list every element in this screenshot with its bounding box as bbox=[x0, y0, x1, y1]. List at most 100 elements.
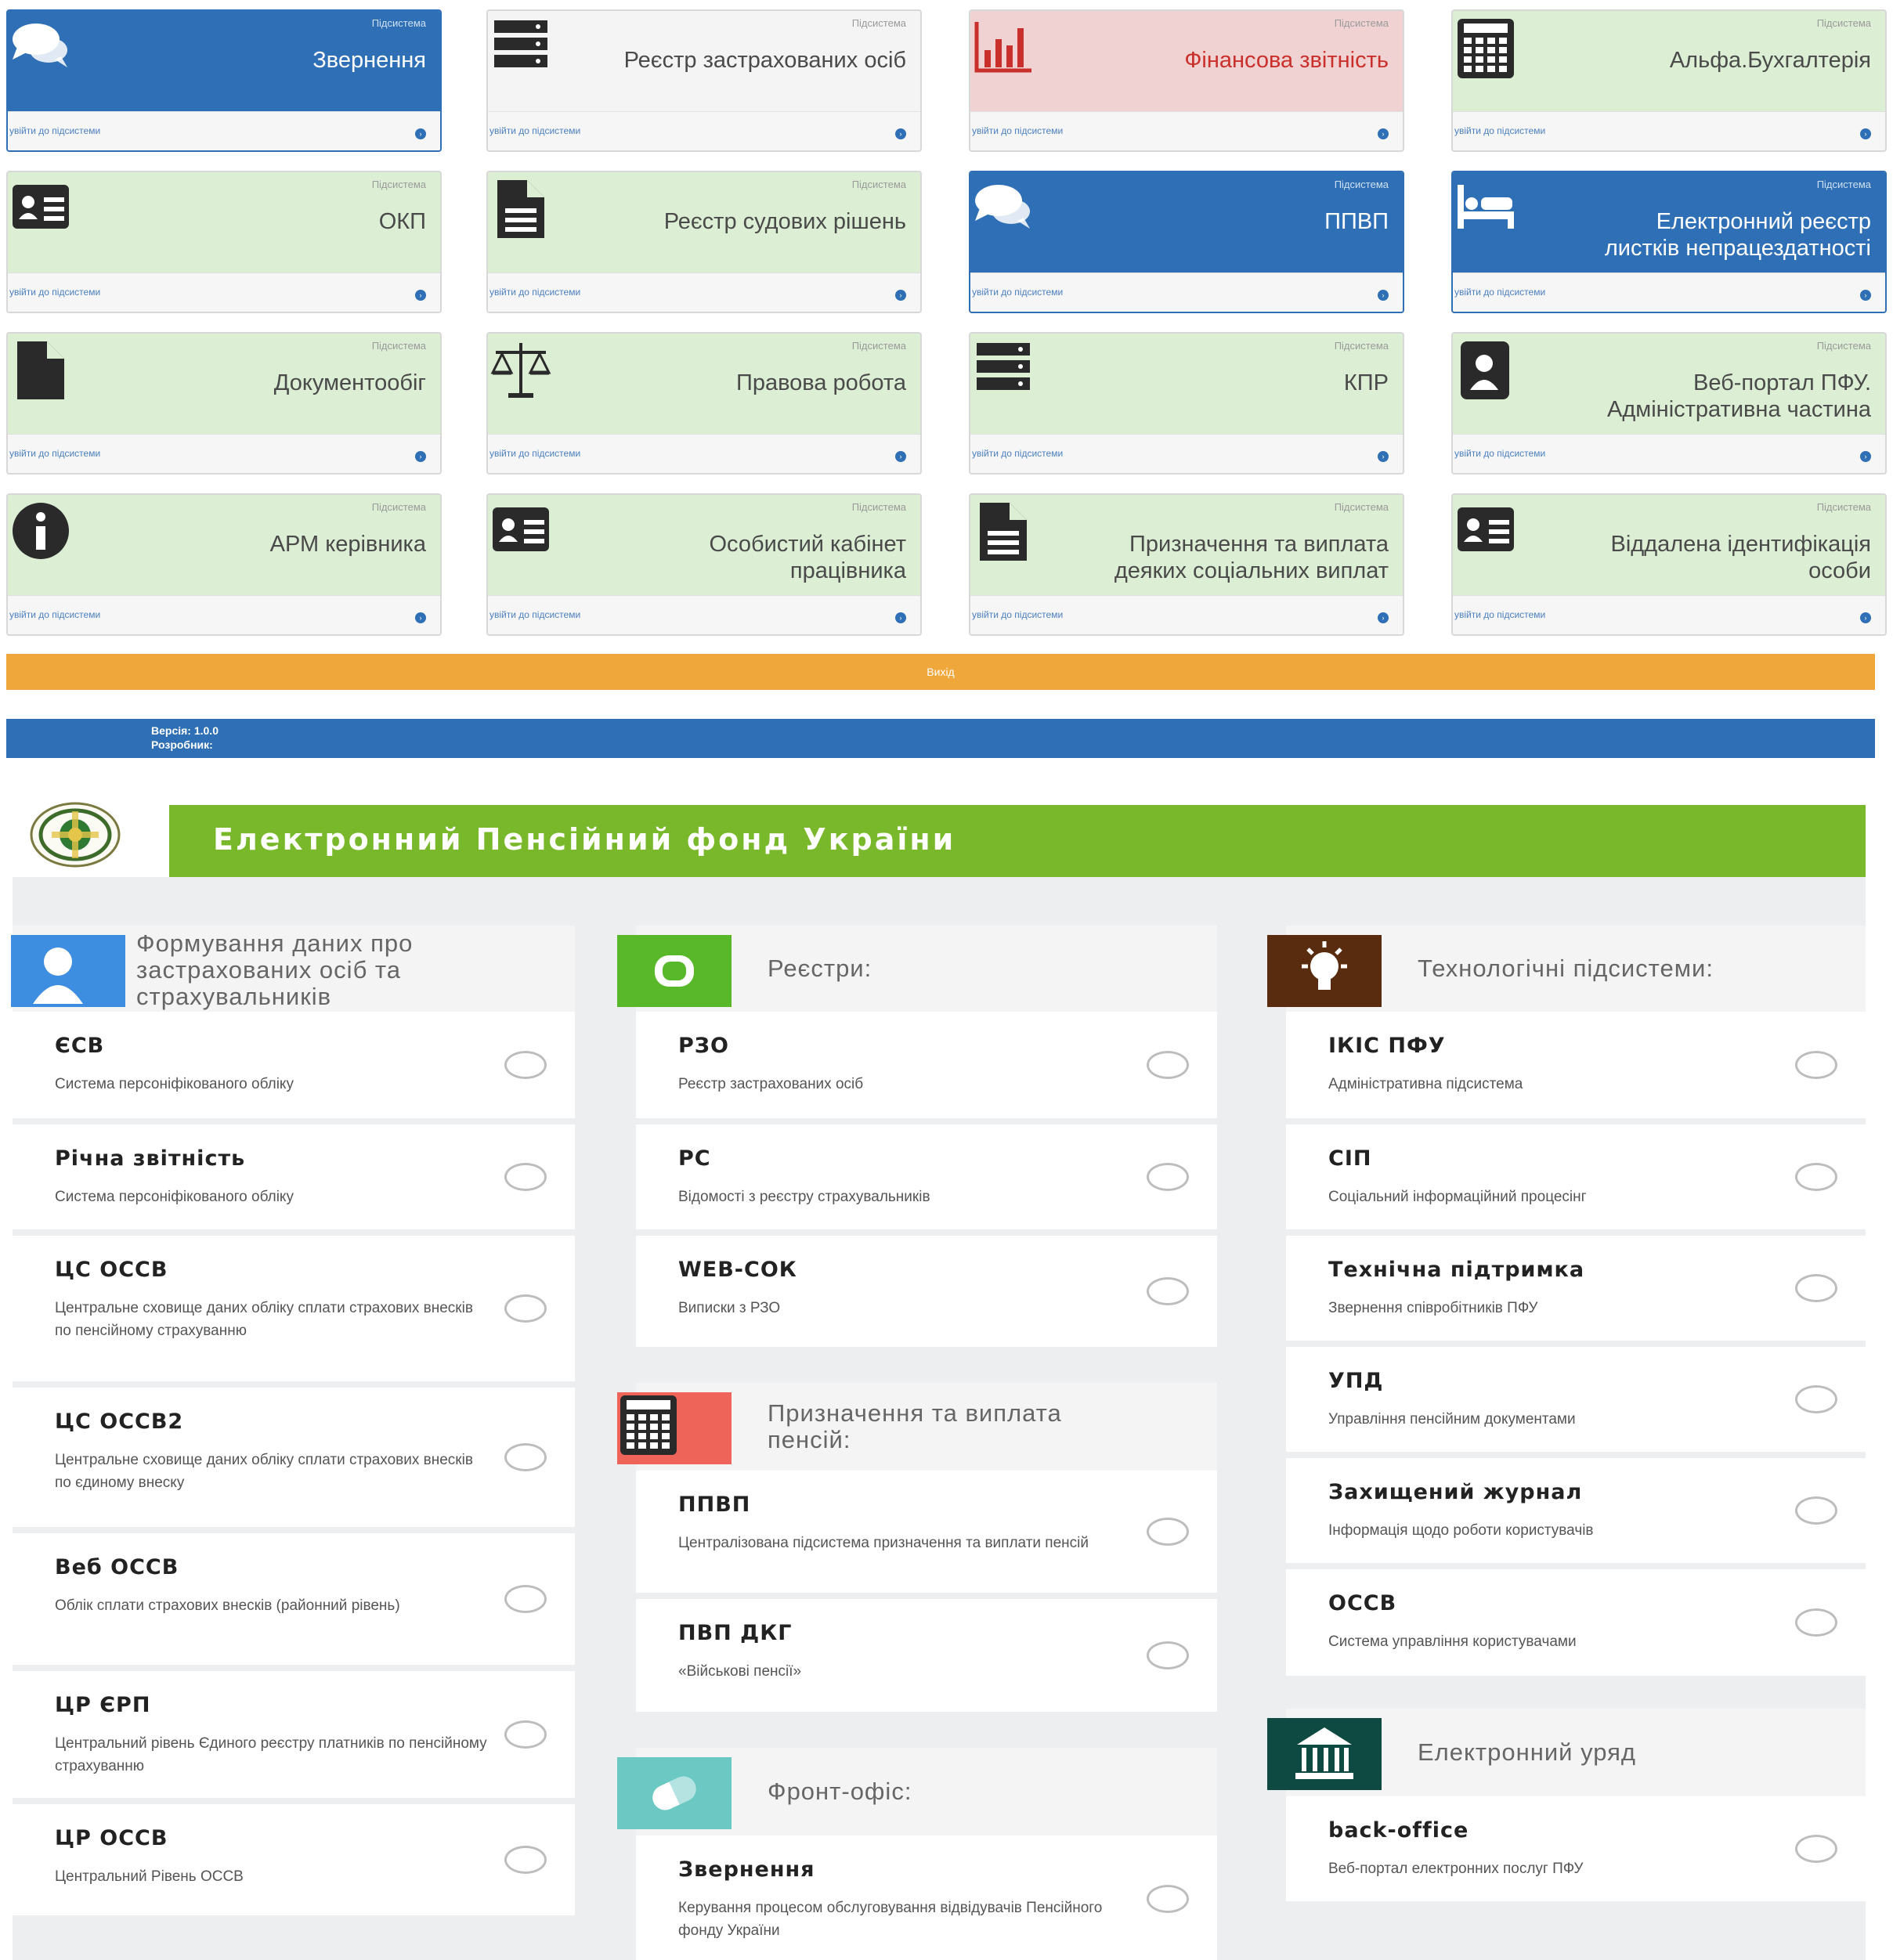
subsystem-list-item[interactable]: ЄСВ Система персоніфікованого обліку bbox=[13, 1012, 575, 1124]
subsystem-name[interactable]: Захищений журнал bbox=[1328, 1480, 1582, 1504]
arrow-circle-right-icon[interactable]: › bbox=[1860, 612, 1871, 623]
select-radio[interactable] bbox=[1147, 1163, 1189, 1191]
tile-footer[interactable]: увійти до підсистеми › bbox=[8, 434, 440, 473]
subsystem-tile[interactable]: Підсистема АРМ керівника увійти до підсист… bbox=[6, 493, 442, 636]
select-radio[interactable] bbox=[1795, 1385, 1837, 1413]
subsystem-tile[interactable]: Підсистема Альфа.Бухгалтерія увійти до під… bbox=[1451, 9, 1887, 152]
subsystem-name[interactable]: СІП bbox=[1328, 1146, 1371, 1171]
subsystem-name[interactable]: ЦР ОССВ bbox=[55, 1826, 168, 1850]
tile-header[interactable]: Підсистема Віддалена ідентифікація особи bbox=[1453, 495, 1885, 597]
subsystem-list-item[interactable]: back-office Веб-портал електронних послуг… bbox=[1286, 1796, 1866, 1908]
subsystem-tile[interactable]: Підсистема Веб-портал ПФУ. Адміністративн… bbox=[1451, 332, 1887, 475]
subsystem-name[interactable]: РЗО bbox=[678, 1034, 729, 1058]
subsystem-name[interactable]: ЦС ОССВ bbox=[55, 1258, 168, 1282]
arrow-circle-right-icon[interactable]: › bbox=[895, 290, 906, 301]
tile-header[interactable]: Підсистема Альфа.Бухгалтерія bbox=[1453, 11, 1885, 113]
subsystem-name[interactable]: Звернення bbox=[678, 1857, 815, 1882]
select-radio[interactable] bbox=[504, 1051, 547, 1079]
subsystem-name[interactable]: ПВП ДКГ bbox=[678, 1621, 793, 1645]
arrow-circle-right-icon[interactable]: › bbox=[1860, 128, 1871, 139]
select-radio[interactable] bbox=[504, 1846, 547, 1874]
enter-subsystem-link[interactable]: увійти до підсистеми bbox=[9, 609, 100, 620]
subsystem-list-item[interactable]: ЦС ОССВ2 Центральне сховище даних обліку … bbox=[13, 1388, 575, 1533]
arrow-circle-right-icon[interactable]: › bbox=[415, 128, 426, 139]
arrow-circle-right-icon[interactable]: › bbox=[415, 451, 426, 462]
tile-header[interactable]: Підсистема Веб-портал ПФУ. Адміністративн… bbox=[1453, 334, 1885, 435]
arrow-circle-right-icon[interactable]: › bbox=[895, 451, 906, 462]
select-radio[interactable] bbox=[504, 1720, 547, 1749]
arrow-circle-right-icon[interactable]: › bbox=[1378, 451, 1389, 462]
enter-subsystem-link[interactable]: увійти до підсистеми bbox=[972, 609, 1063, 620]
subsystem-list-item[interactable]: Захищений журнал Інформація щодо роботи к… bbox=[1286, 1458, 1866, 1569]
tile-footer[interactable]: увійти до підсистеми › bbox=[8, 111, 440, 150]
subsystem-tile[interactable]: Підсистема Особистий кабінет працівника ув… bbox=[486, 493, 922, 636]
tile-footer[interactable]: увійти до підсистеми › bbox=[488, 434, 920, 473]
tile-footer[interactable]: увійти до підсистеми › bbox=[970, 595, 1403, 634]
subsystem-list-item[interactable]: Звернення Керування процесом обслуговуван… bbox=[636, 1835, 1217, 1960]
tile-header[interactable]: Підсистема ОКП bbox=[8, 172, 440, 274]
subsystem-list-item[interactable]: РС Відомості з реєстру страхувальників bbox=[636, 1124, 1217, 1236]
select-radio[interactable] bbox=[504, 1585, 547, 1613]
tile-header[interactable]: Підсистема Реєстр застрахованих осіб bbox=[488, 11, 920, 113]
tile-header[interactable]: Підсистема Звернення bbox=[8, 11, 440, 113]
tile-footer[interactable]: увійти до підсистеми › bbox=[1453, 111, 1885, 150]
select-radio[interactable] bbox=[504, 1163, 547, 1191]
enter-subsystem-link[interactable]: увійти до підсистеми bbox=[490, 609, 580, 620]
select-radio[interactable] bbox=[1147, 1051, 1189, 1079]
select-radio[interactable] bbox=[1795, 1163, 1837, 1191]
enter-subsystem-link[interactable]: увійти до підсистеми bbox=[9, 448, 100, 459]
tile-footer[interactable]: увійти до підсистеми › bbox=[1453, 434, 1885, 473]
arrow-circle-right-icon[interactable]: › bbox=[895, 612, 906, 623]
subsystem-list-item[interactable]: СІП Соціальний інформаційний процесінг bbox=[1286, 1124, 1866, 1236]
subsystem-tile[interactable]: Підсистема КПР увійти до підсистеми › bbox=[969, 332, 1404, 475]
tile-footer[interactable]: увійти до підсистеми › bbox=[8, 595, 440, 634]
subsystem-list-item[interactable]: Технічна підтримка Звернення співробітник… bbox=[1286, 1236, 1866, 1347]
enter-subsystem-link[interactable]: увійти до підсистеми bbox=[972, 448, 1063, 459]
tile-footer[interactable]: увійти до підсистеми › bbox=[488, 595, 920, 634]
subsystem-list-item[interactable]: ЦС ОССВ Центральне сховище даних обліку с… bbox=[13, 1236, 575, 1388]
exit-bar[interactable]: Вихід bbox=[6, 654, 1875, 690]
select-radio[interactable] bbox=[1147, 1518, 1189, 1546]
enter-subsystem-link[interactable]: увійти до підсистеми bbox=[1454, 287, 1545, 298]
subsystem-tile[interactable]: Підсистема Фінансова звітність увійти до п… bbox=[969, 9, 1404, 152]
arrow-circle-right-icon[interactable]: › bbox=[1378, 290, 1389, 301]
arrow-circle-right-icon[interactable]: › bbox=[1378, 128, 1389, 139]
arrow-circle-right-icon[interactable]: › bbox=[1860, 451, 1871, 462]
subsystem-name[interactable]: ЦР ЄРП bbox=[55, 1693, 150, 1717]
tile-footer[interactable]: увійти до підсистеми › bbox=[970, 273, 1403, 312]
subsystem-list-item[interactable]: ЦР ОССВ Центральний Рівень ОССВ bbox=[13, 1804, 575, 1922]
select-radio[interactable] bbox=[1795, 1051, 1837, 1079]
tile-footer[interactable]: увійти до підсистеми › bbox=[488, 273, 920, 312]
select-radio[interactable] bbox=[1147, 1885, 1189, 1913]
tile-footer[interactable]: увійти до підсистеми › bbox=[8, 273, 440, 312]
subsystem-list-item[interactable]: ОССВ Система управління користувачами bbox=[1286, 1569, 1866, 1682]
subsystem-name[interactable]: УПД bbox=[1328, 1369, 1383, 1393]
arrow-circle-right-icon[interactable]: › bbox=[895, 128, 906, 139]
tile-header[interactable]: Підсистема Реєстр судових рішень bbox=[488, 172, 920, 274]
tile-header[interactable]: Підсистема Особистий кабінет працівника bbox=[488, 495, 920, 597]
enter-subsystem-link[interactable]: увійти до підсистеми bbox=[1454, 448, 1545, 459]
enter-subsystem-link[interactable]: увійти до підсистеми bbox=[972, 125, 1063, 136]
subsystem-tile[interactable]: Підсистема ОКП увійти до підсистеми › bbox=[6, 171, 442, 313]
subsystem-name[interactable]: ЦС ОССВ2 bbox=[55, 1410, 183, 1434]
subsystem-name[interactable]: ІКІС ПФУ bbox=[1328, 1034, 1446, 1058]
subsystem-tile[interactable]: Підсистема Документообіг увійти до підсист… bbox=[6, 332, 442, 475]
enter-subsystem-link[interactable]: увійти до підсистеми bbox=[1454, 609, 1545, 620]
tile-header[interactable]: Підсистема Правова робота bbox=[488, 334, 920, 435]
tile-header[interactable]: Підсистема АРМ керівника bbox=[8, 495, 440, 597]
enter-subsystem-link[interactable]: увійти до підсистеми bbox=[1454, 125, 1545, 136]
subsystem-list-item[interactable]: WEB-СОК Виписки з РЗО bbox=[636, 1236, 1217, 1353]
enter-subsystem-link[interactable]: увійти до підсистеми bbox=[490, 287, 580, 298]
subsystem-list-item[interactable]: Веб ОССВ Облік сплати страхових внесків (… bbox=[13, 1533, 575, 1671]
tile-header[interactable]: Підсистема Фінансова звітність bbox=[970, 11, 1403, 113]
tile-footer[interactable]: увійти до підсистеми › bbox=[970, 111, 1403, 150]
subsystem-list-item[interactable]: РЗО Реєстр застрахованих осіб bbox=[636, 1012, 1217, 1124]
subsystem-tile[interactable]: Підсистема Призначення та виплата деяких … bbox=[969, 493, 1404, 636]
subsystem-tile[interactable]: Підсистема Електронний реєстр листків неп… bbox=[1451, 171, 1887, 313]
subsystem-list-item[interactable]: ІКІС ПФУ Адміністративна підсистема bbox=[1286, 1012, 1866, 1124]
select-radio[interactable] bbox=[1147, 1641, 1189, 1669]
select-radio[interactable] bbox=[1795, 1608, 1837, 1637]
subsystem-name[interactable]: РС bbox=[678, 1146, 711, 1171]
tile-footer[interactable]: увійти до підсистеми › bbox=[970, 434, 1403, 473]
tile-footer[interactable]: увійти до підсистеми › bbox=[1453, 595, 1885, 634]
